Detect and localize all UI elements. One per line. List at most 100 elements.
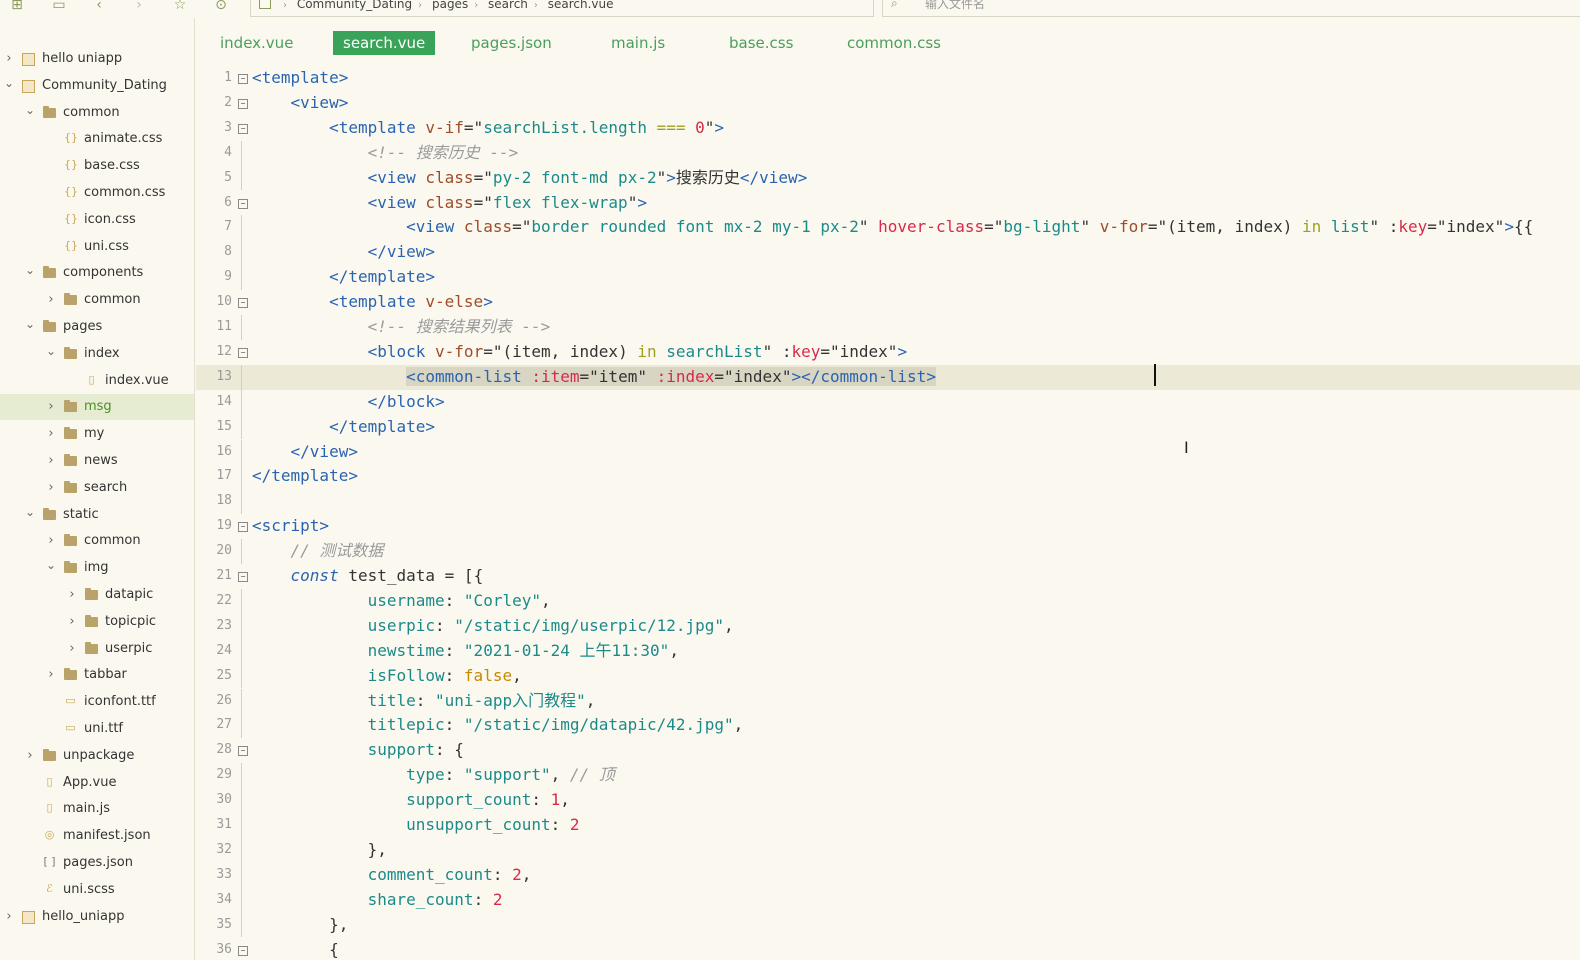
editor-tab[interactable]: common.css xyxy=(847,31,941,55)
chevron-right-icon[interactable]: › xyxy=(46,448,56,474)
tree-item[interactable]: › search xyxy=(0,475,194,501)
code-editor[interactable]: I 1− <template> 2− <view> 3− <template v-if… xyxy=(196,66,1580,960)
tree-item[interactable]: ⌄ Community_Dating xyxy=(0,73,194,99)
editor-tab[interactable]: search.vue xyxy=(333,31,436,55)
chevron-down-icon[interactable]: ⌄ xyxy=(25,260,35,280)
editor-tab[interactable]: main.js xyxy=(611,31,665,55)
editor-tab[interactable]: base.css xyxy=(729,31,793,55)
tree-item[interactable]: ▯ index.vue xyxy=(0,368,194,394)
chevron-down-icon[interactable]: ⌄ xyxy=(46,555,56,575)
tree-item[interactable]: › news xyxy=(0,448,194,474)
line-number: 23 xyxy=(216,617,232,633)
scss-file-icon: ℰ xyxy=(46,881,53,895)
breadcrumb-item[interactable]: pages xyxy=(432,0,468,11)
chevron-right-icon[interactable]: › xyxy=(25,743,35,769)
line-number: 18 xyxy=(216,493,232,509)
tree-item[interactable]: › hello_uniapp xyxy=(0,904,194,930)
fold-toggle-icon[interactable]: − xyxy=(238,746,248,757)
tree-item[interactable]: ⌄ index xyxy=(0,341,194,367)
tree-item[interactable]: {} base.css xyxy=(0,153,194,179)
chevron-down-icon[interactable]: ⌄ xyxy=(46,341,56,361)
chevron-right-icon[interactable]: › xyxy=(46,662,56,688)
tree-item[interactable]: › hello uniapp xyxy=(0,46,194,72)
tree-item[interactable]: ◎ manifest.json xyxy=(0,823,194,849)
tree-item-label: App.vue xyxy=(63,774,117,790)
fold-toggle-icon[interactable]: − xyxy=(238,298,248,309)
tree-item[interactable]: ⌄ components xyxy=(0,260,194,286)
tree-item[interactable]: ▭ uni.ttf xyxy=(0,716,194,742)
tree-item[interactable]: [ ] pages.json xyxy=(0,850,194,876)
tree-item[interactable]: {} animate.css xyxy=(0,126,194,152)
tree-item[interactable]: › datapic xyxy=(0,582,194,608)
tree-item[interactable]: ▯ main.js xyxy=(0,796,194,822)
new-file-icon[interactable]: ⊞ xyxy=(8,0,26,14)
tree-item[interactable]: ⌄ img xyxy=(0,555,194,581)
fold-toggle-icon[interactable]: − xyxy=(238,347,248,358)
file-file-icon: ▭ xyxy=(65,721,76,734)
code-line: 28− support: { xyxy=(196,738,1580,763)
tree-item-label: topicpic xyxy=(105,613,157,629)
tree-item[interactable]: ℰuni.scss xyxy=(0,877,194,903)
tree-item[interactable]: {} common.css xyxy=(0,180,194,206)
editor-tab[interactable]: pages.json xyxy=(471,31,552,55)
fold-toggle-icon[interactable]: − xyxy=(238,945,248,956)
tree-item[interactable]: ⌄ static xyxy=(0,502,194,528)
forward-icon[interactable]: › xyxy=(130,0,148,14)
fold-toggle-icon[interactable]: − xyxy=(238,198,248,209)
code-text: <view class="py-2 font-md px-2">搜索历史</vi… xyxy=(367,167,808,187)
breadcrumb-item[interactable]: search.vue xyxy=(548,0,614,11)
folder-icon xyxy=(64,480,77,493)
tree-item[interactable]: › userpic xyxy=(0,636,194,662)
code-text: support_count: 1, xyxy=(406,790,570,810)
run-icon[interactable]: ⊙ xyxy=(212,0,230,14)
editor-tab[interactable]: index.vue xyxy=(220,31,293,55)
chevron-right-icon[interactable]: › xyxy=(67,582,77,608)
chevron-right-icon[interactable]: › xyxy=(67,609,77,635)
tree-item[interactable]: {} uni.css xyxy=(0,234,194,260)
chevron-down-icon[interactable]: ⌄ xyxy=(25,100,35,120)
tree-item-label: manifest.json xyxy=(63,828,151,844)
code-text: <view class="flex flex-wrap"> xyxy=(367,192,647,212)
chevron-right-icon[interactable]: › xyxy=(4,904,14,930)
code-text: newstime: "2021-01-24 上午11:30", xyxy=(367,640,679,660)
breadcrumb-item[interactable]: Community_Dating xyxy=(297,0,412,11)
chevron-right-icon[interactable]: › xyxy=(4,46,14,72)
fold-toggle-icon[interactable]: − xyxy=(238,572,248,582)
tree-item-label: uni.css xyxy=(84,238,129,254)
save-icon[interactable]: ▭ xyxy=(50,0,68,14)
chevron-right-icon[interactable]: › xyxy=(46,287,56,313)
tree-item[interactable]: ▯ App.vue xyxy=(0,770,194,796)
tree-item[interactable]: ⌄ pages xyxy=(0,314,194,340)
chevron-right-icon[interactable]: › xyxy=(67,636,77,662)
breadcrumb-item[interactable]: search xyxy=(488,0,528,11)
tree-item-label: hello uniapp xyxy=(42,51,123,66)
favorite-icon[interactable]: ☆ xyxy=(171,0,189,14)
tree-item[interactable]: › my xyxy=(0,421,194,447)
tree-item[interactable]: › topicpic xyxy=(0,609,194,635)
chevron-right-icon[interactable]: › xyxy=(46,475,56,501)
file-search-input[interactable]: ⌕ 输入文件名 xyxy=(882,0,1580,17)
code-text: support: { xyxy=(367,740,464,760)
folder-icon xyxy=(64,534,77,547)
tree-item[interactable]: › unpackage xyxy=(0,743,194,769)
chevron-right-icon[interactable]: › xyxy=(46,421,56,447)
fold-toggle-icon[interactable]: − xyxy=(238,98,248,109)
fold-toggle-icon[interactable]: − xyxy=(238,123,248,134)
fold-toggle-icon[interactable]: − xyxy=(238,74,248,84)
chevron-right-icon[interactable]: › xyxy=(46,528,56,554)
back-icon[interactable]: ‹ xyxy=(90,0,108,14)
code-text: <!-- 搜索历史 --> xyxy=(367,142,519,162)
chevron-down-icon[interactable]: ⌄ xyxy=(25,502,35,522)
tree-item[interactable]: › msg xyxy=(0,394,194,421)
chevron-right-icon[interactable]: › xyxy=(46,394,56,420)
tree-item[interactable]: › tabbar xyxy=(0,662,194,688)
chevron-down-icon[interactable]: ⌄ xyxy=(25,314,35,334)
line-number: 35 xyxy=(216,916,232,932)
fold-toggle-icon[interactable]: − xyxy=(238,522,248,533)
tree-item[interactable]: {} icon.css xyxy=(0,207,194,233)
chevron-down-icon[interactable]: ⌄ xyxy=(4,73,14,93)
tree-item[interactable]: ▭ iconfont.ttf xyxy=(0,689,194,715)
tree-item[interactable]: › common xyxy=(0,528,194,554)
tree-item[interactable]: ⌄ common xyxy=(0,100,194,126)
tree-item[interactable]: › common xyxy=(0,287,194,313)
